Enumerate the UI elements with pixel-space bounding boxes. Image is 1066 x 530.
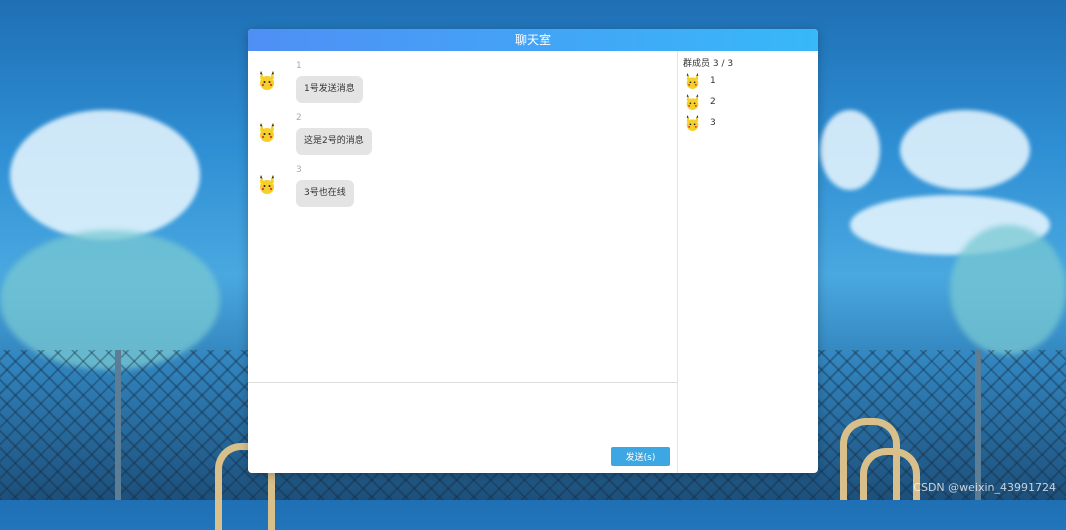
pikachu-icon [260, 123, 274, 142]
pikachu-icon [686, 115, 699, 131]
cloud-decoration [900, 110, 1030, 190]
member-panel: 群成员 3 / 3 1 2 3 [678, 51, 818, 473]
member-name: 3 [710, 118, 716, 128]
pikachu-icon [260, 175, 274, 194]
message-sender: 3 [296, 165, 302, 175]
member-name: 2 [710, 97, 716, 107]
chat-window: 聊天室 1 1号发送消息 2 这是2号的消息 3 3号也在线 发送(s) 群成员… [248, 29, 818, 473]
send-button[interactable]: 发送(s) [611, 447, 670, 466]
fence-post [975, 350, 981, 500]
hoop-decoration [860, 448, 920, 500]
chat-body: 1 1号发送消息 2 这是2号的消息 3 3号也在线 发送(s) 群成员 3 /… [248, 51, 818, 473]
message-bubble: 3号也在线 [296, 180, 354, 207]
tree-decoration [0, 230, 220, 370]
cloud-decoration [820, 110, 880, 190]
cloud-decoration [10, 110, 200, 240]
message-sender: 1 [296, 61, 302, 71]
pikachu-icon [686, 73, 699, 89]
pikachu-icon [260, 71, 274, 90]
fence-post [115, 350, 121, 500]
watermark: CSDN @weixin_43991724 [913, 481, 1056, 494]
message-sender: 2 [296, 113, 302, 123]
message-bubble: 1号发送消息 [296, 76, 363, 103]
member-name: 1 [710, 76, 716, 86]
member-count: 群成员 3 / 3 [683, 59, 734, 69]
message-list: 1 1号发送消息 2 这是2号的消息 3 3号也在线 [248, 51, 677, 382]
pikachu-icon [686, 94, 699, 110]
message-bubble: 这是2号的消息 [296, 128, 372, 155]
tree-decoration [950, 225, 1066, 355]
window-title: 聊天室 [248, 29, 818, 51]
